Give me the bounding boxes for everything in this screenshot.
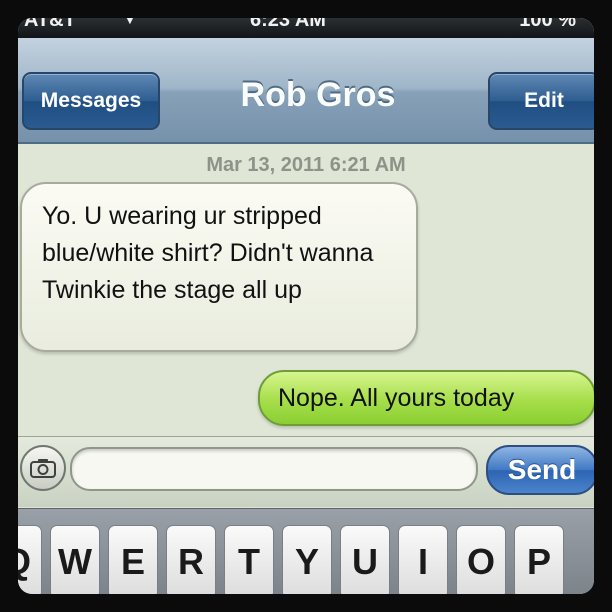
- key-u[interactable]: U: [340, 525, 390, 594]
- navigation-bar: Messages Rob Gros Edit: [18, 38, 594, 144]
- carrier-label: AT&T: [24, 18, 76, 31]
- key-p[interactable]: P: [514, 525, 564, 594]
- key-y[interactable]: Y: [282, 525, 332, 594]
- message-timestamp: Mar 13, 2011 6:21 AM: [206, 154, 406, 176]
- edit-button[interactable]: Edit: [488, 72, 594, 130]
- outgoing-message-text: Nope. All yours today: [278, 384, 515, 412]
- key-e[interactable]: E: [108, 525, 158, 594]
- incoming-message-text: Yo. U wearing ur stripped blue/white shi…: [42, 202, 374, 304]
- composer-bar: Send: [18, 436, 594, 507]
- conversation-title: Rob Gros: [240, 76, 396, 114]
- messages-screen: AT&T ▼ 6:23 AM 100 % Messages Rob Gros E…: [18, 18, 594, 594]
- battery-label: 100 %: [519, 18, 576, 31]
- key-w[interactable]: W: [50, 525, 100, 594]
- camera-icon: [30, 459, 56, 478]
- send-button[interactable]: Send: [486, 445, 594, 495]
- keyboard: Q W E R T Y U I O P: [18, 508, 594, 594]
- outgoing-message-bubble[interactable]: Nope. All yours today: [258, 370, 594, 426]
- message-input[interactable]: [70, 447, 478, 491]
- incoming-message-bubble[interactable]: Yo. U wearing ur stripped blue/white shi…: [20, 182, 418, 352]
- wifi-icon: ▼: [122, 18, 138, 28]
- camera-button[interactable]: [20, 445, 66, 491]
- key-r[interactable]: R: [166, 525, 216, 594]
- message-thread[interactable]: Mar 13, 2011 6:21 AM Yo. U wearing ur st…: [18, 144, 594, 444]
- key-q[interactable]: Q: [18, 525, 42, 594]
- key-i[interactable]: I: [398, 525, 448, 594]
- messages-back-button[interactable]: Messages: [22, 72, 160, 130]
- status-bar: AT&T ▼ 6:23 AM 100 %: [18, 18, 594, 38]
- key-o[interactable]: O: [456, 525, 506, 594]
- status-time: 6:23 AM: [250, 18, 326, 31]
- key-t[interactable]: T: [224, 525, 274, 594]
